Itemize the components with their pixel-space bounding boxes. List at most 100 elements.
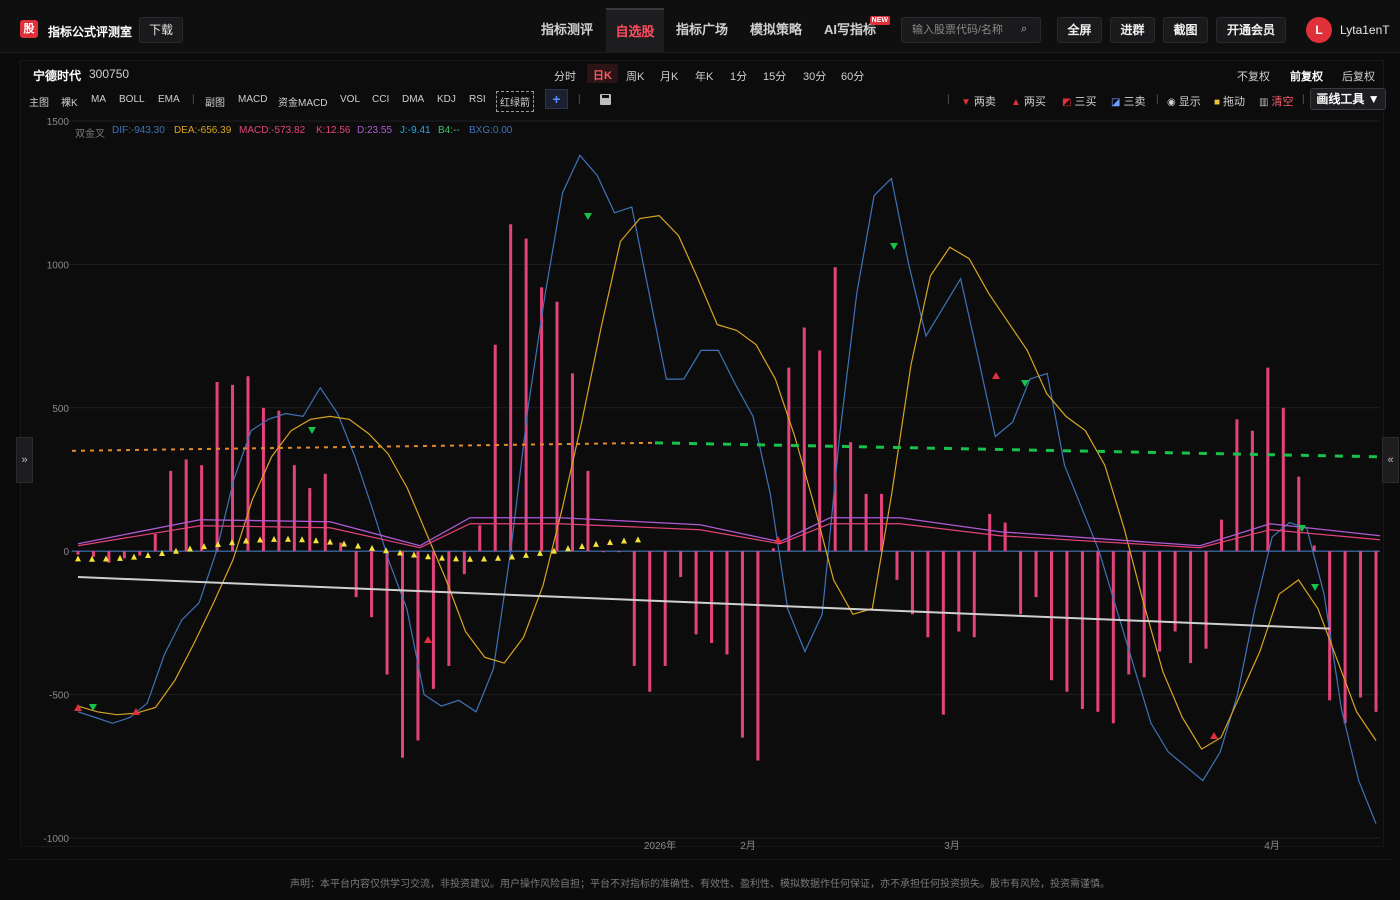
footer-divider (8, 859, 1392, 860)
kdj-marker-icon (117, 554, 123, 561)
sell-signal-icon (890, 243, 898, 250)
price-signal-line-orange (71, 441, 656, 452)
macd-bar (941, 551, 945, 715)
macd-bar (1189, 551, 1193, 664)
expand-right-button[interactable]: « (1382, 437, 1399, 483)
kdj-marker-icon (607, 538, 613, 545)
x-tick-label: 2026年 (644, 839, 676, 852)
macd-chart[interactable]: 1500 1000 500 0 -500 -1000 2026年 2月 3月 4月 (0, 0, 1400, 900)
kdj-marker-icon (75, 555, 81, 562)
macd-bar (323, 473, 327, 552)
macd-bar (1374, 551, 1378, 712)
kdj-marker-icon (145, 551, 151, 558)
macd-bar (1281, 407, 1285, 552)
kdj-marker-icon (271, 535, 277, 542)
dif-line (77, 154, 1377, 824)
macd-bar (957, 551, 961, 632)
macd-bar (880, 493, 884, 552)
macd-bar (292, 465, 296, 552)
macd-bar (802, 327, 806, 552)
expand-left-button[interactable]: » (16, 437, 33, 483)
macd-bar (385, 551, 389, 675)
kdj-marker-icon (565, 545, 571, 552)
macd-bar (787, 367, 791, 552)
x-tick-label: 2月 (740, 840, 756, 852)
macd-bar (493, 344, 497, 552)
macd-bar (910, 551, 914, 615)
macd-bar (1065, 551, 1069, 692)
buy-signal-icon (132, 708, 140, 715)
sell-signal-icon (1311, 584, 1319, 591)
macd-bar (833, 267, 837, 552)
macd-bar (169, 470, 173, 552)
y-tick-label: 0 (63, 547, 69, 558)
macd-bar (1359, 551, 1363, 698)
macd-bar (1297, 476, 1301, 552)
kdj-marker-icon (285, 535, 291, 542)
buy-signal-icon (992, 372, 1000, 379)
macd-bar (694, 551, 698, 635)
macd-bar (354, 551, 358, 598)
macd-bar (988, 513, 992, 552)
macd-bar (710, 551, 714, 643)
macd-bar (895, 551, 899, 580)
y-tick-label: 500 (52, 404, 69, 415)
macd-bar (926, 551, 930, 638)
kdj-marker-icon (495, 554, 501, 561)
kdj-marker-icon (439, 554, 445, 561)
macd-bar (339, 542, 343, 552)
macd-bar (632, 551, 636, 666)
y-tick-label: -1000 (43, 834, 69, 845)
kdj-marker-icon (355, 542, 361, 549)
macd-bar (431, 551, 435, 689)
macd-bar (1204, 551, 1208, 649)
x-tick-label: 4月 (1264, 840, 1280, 852)
kdj-marker-icon (383, 547, 389, 554)
macd-bar (277, 410, 281, 552)
sell-signal-icon (308, 427, 316, 434)
dea-line (77, 214, 1377, 750)
macd-bar (617, 551, 621, 553)
macd-bar (478, 525, 482, 552)
macd-bar (153, 533, 157, 552)
sell-signal-icon (584, 213, 592, 220)
kdj-marker-icon (593, 540, 599, 547)
kdj-marker-icon (327, 538, 333, 545)
y-tick-label: -500 (49, 691, 69, 702)
macd-bar (447, 551, 451, 666)
macd-bar (1173, 551, 1177, 632)
macd-bar (308, 488, 312, 552)
macd-bar (138, 551, 142, 556)
macd-bar (246, 376, 250, 552)
macd-bar (1080, 551, 1084, 709)
y-tick-label: 1000 (47, 260, 70, 271)
kdj-marker-icon (187, 545, 193, 552)
macd-bar (601, 551, 605, 553)
macd-bar (1050, 551, 1053, 681)
kdj-marker-icon (635, 536, 641, 543)
macd-bar (586, 470, 590, 552)
macd-bar (1019, 551, 1023, 615)
macd-bar (849, 442, 853, 552)
y-tick-label: 1500 (47, 117, 70, 128)
buy-signal-icon (774, 536, 782, 543)
macd-bar (1127, 551, 1131, 675)
macd-bar (864, 493, 868, 552)
macd-bar (771, 548, 775, 552)
kdj-marker-icon (621, 537, 627, 544)
macd-bar (184, 459, 188, 552)
kdj-marker-icon (425, 553, 431, 560)
kdj-marker-icon (481, 555, 487, 562)
trend-line (77, 576, 1331, 630)
macd-bar (416, 551, 420, 741)
kdj-marker-icon (467, 555, 473, 562)
macd-bar (91, 551, 95, 557)
x-tick-label: 3月 (944, 840, 960, 852)
macd-bar (1343, 551, 1347, 724)
macd-bar (200, 465, 204, 552)
buy-signal-icon (424, 636, 432, 643)
macd-bar (756, 551, 760, 761)
kdj-marker-icon (131, 553, 137, 560)
macd-bar (370, 551, 374, 618)
macd-bar (740, 551, 744, 738)
